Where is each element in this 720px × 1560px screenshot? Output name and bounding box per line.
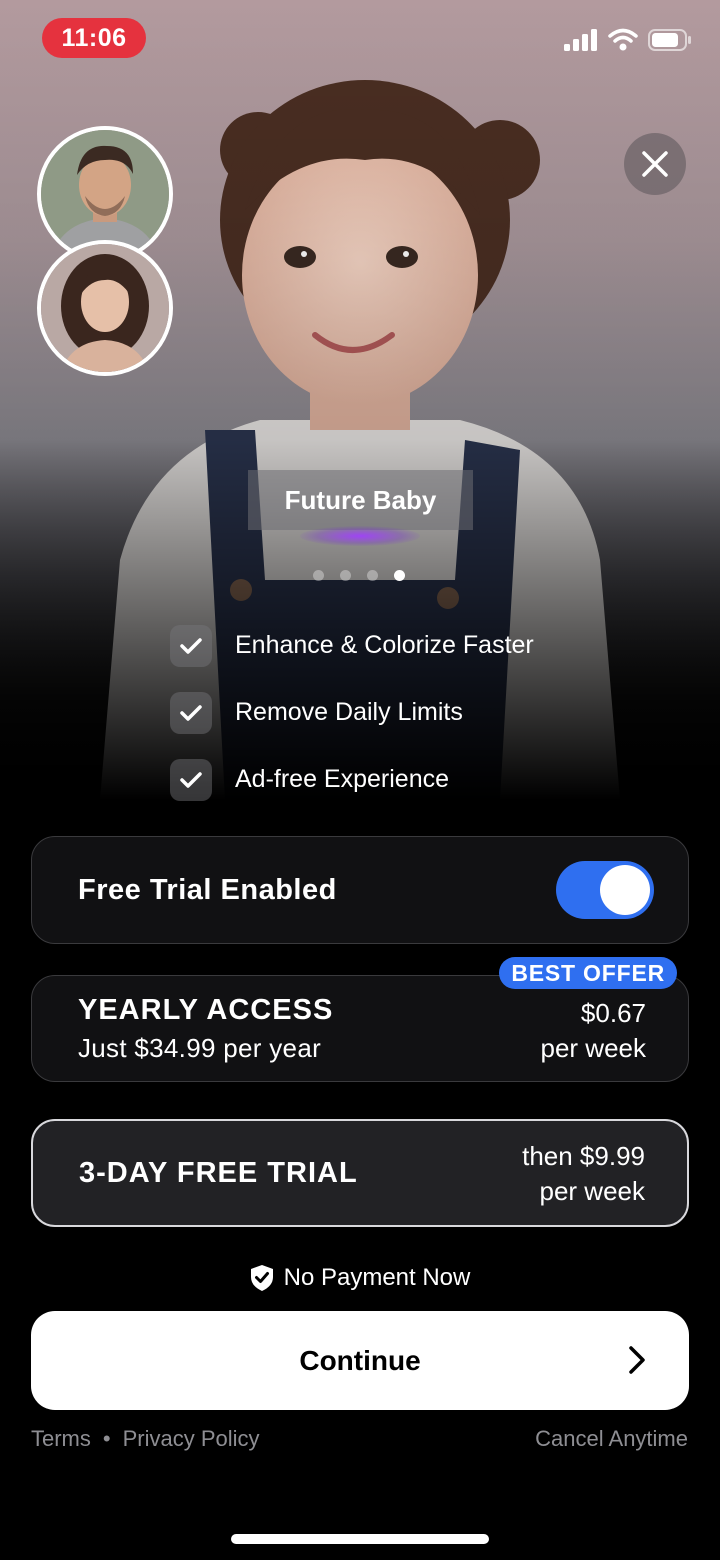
close-button[interactable] xyxy=(624,133,686,195)
free-trial-label: Free Trial Enabled xyxy=(78,873,337,906)
continue-label: Continue xyxy=(299,1344,421,1376)
page-dot-active[interactable] xyxy=(394,570,405,581)
checkmark-icon xyxy=(170,691,212,734)
plan-option-trial[interactable]: 3-DAY FREE TRIAL then $9.99 per week xyxy=(31,1119,689,1227)
hero-caption: Future Baby xyxy=(248,470,473,530)
caption-glow xyxy=(300,526,420,546)
chevron-right-icon xyxy=(629,1346,645,1374)
feature-label: Enhance & Colorize Faster xyxy=(235,631,534,659)
plan-period: per week xyxy=(539,1176,646,1206)
checkmark-icon xyxy=(170,624,212,667)
wifi-icon xyxy=(608,28,638,51)
plan-name: 3-DAY FREE TRIAL xyxy=(79,1157,358,1189)
checkmark-icon xyxy=(170,758,212,801)
no-payment-note: No Payment Now xyxy=(0,1264,720,1292)
page-dot[interactable] xyxy=(367,570,378,581)
plan-period: per week xyxy=(540,1033,647,1063)
footer-separator: • xyxy=(102,1426,111,1451)
terms-link[interactable]: Terms xyxy=(31,1426,91,1452)
page-dot[interactable] xyxy=(340,570,351,581)
plan-subtitle: Just $34.99 per year xyxy=(78,1033,322,1063)
feature-item: Ad-free Experience xyxy=(170,746,534,813)
cellular-signal-icon xyxy=(564,29,597,51)
feature-item: Enhance & Colorize Faster xyxy=(170,612,534,679)
continue-button[interactable]: Continue xyxy=(31,1311,689,1410)
status-icons xyxy=(564,28,692,52)
footer-links: Terms • Privacy Policy Cancel Anytime xyxy=(31,1426,688,1456)
plan-option-yearly[interactable]: BEST OFFER YEARLY ACCESS Just $34.99 per… xyxy=(31,957,689,1082)
free-trial-toggle-row[interactable]: Free Trial Enabled xyxy=(31,836,689,944)
woman-portrait-image xyxy=(41,244,169,372)
battery-icon xyxy=(648,29,691,51)
home-indicator[interactable] xyxy=(231,1534,489,1544)
privacy-policy-link[interactable]: Privacy Policy xyxy=(123,1426,260,1452)
free-trial-switch[interactable] xyxy=(556,861,654,919)
feature-label: Remove Daily Limits xyxy=(235,698,463,726)
cancel-anytime-link[interactable]: Cancel Anytime xyxy=(535,1426,688,1452)
page-dot[interactable] xyxy=(313,570,324,581)
feature-label: Ad-free Experience xyxy=(235,765,450,793)
status-time: 11:06 xyxy=(42,18,146,58)
man-portrait-image xyxy=(41,130,169,258)
best-offer-badge: BEST OFFER xyxy=(499,957,677,989)
plan-price: then $9.99 xyxy=(522,1141,645,1171)
feature-list: Enhance & Colorize Faster Remove Daily L… xyxy=(170,612,534,813)
mother-avatar xyxy=(37,240,173,376)
close-icon xyxy=(642,151,668,177)
shield-check-icon xyxy=(250,1265,273,1291)
plan-price: $0.67 xyxy=(580,998,646,1028)
carousel-page-indicator xyxy=(313,570,405,581)
no-payment-label: No Payment Now xyxy=(283,1264,471,1291)
feature-item: Remove Daily Limits xyxy=(170,679,534,746)
plan-name: YEARLY ACCESS xyxy=(78,994,334,1026)
switch-knob xyxy=(600,865,650,915)
